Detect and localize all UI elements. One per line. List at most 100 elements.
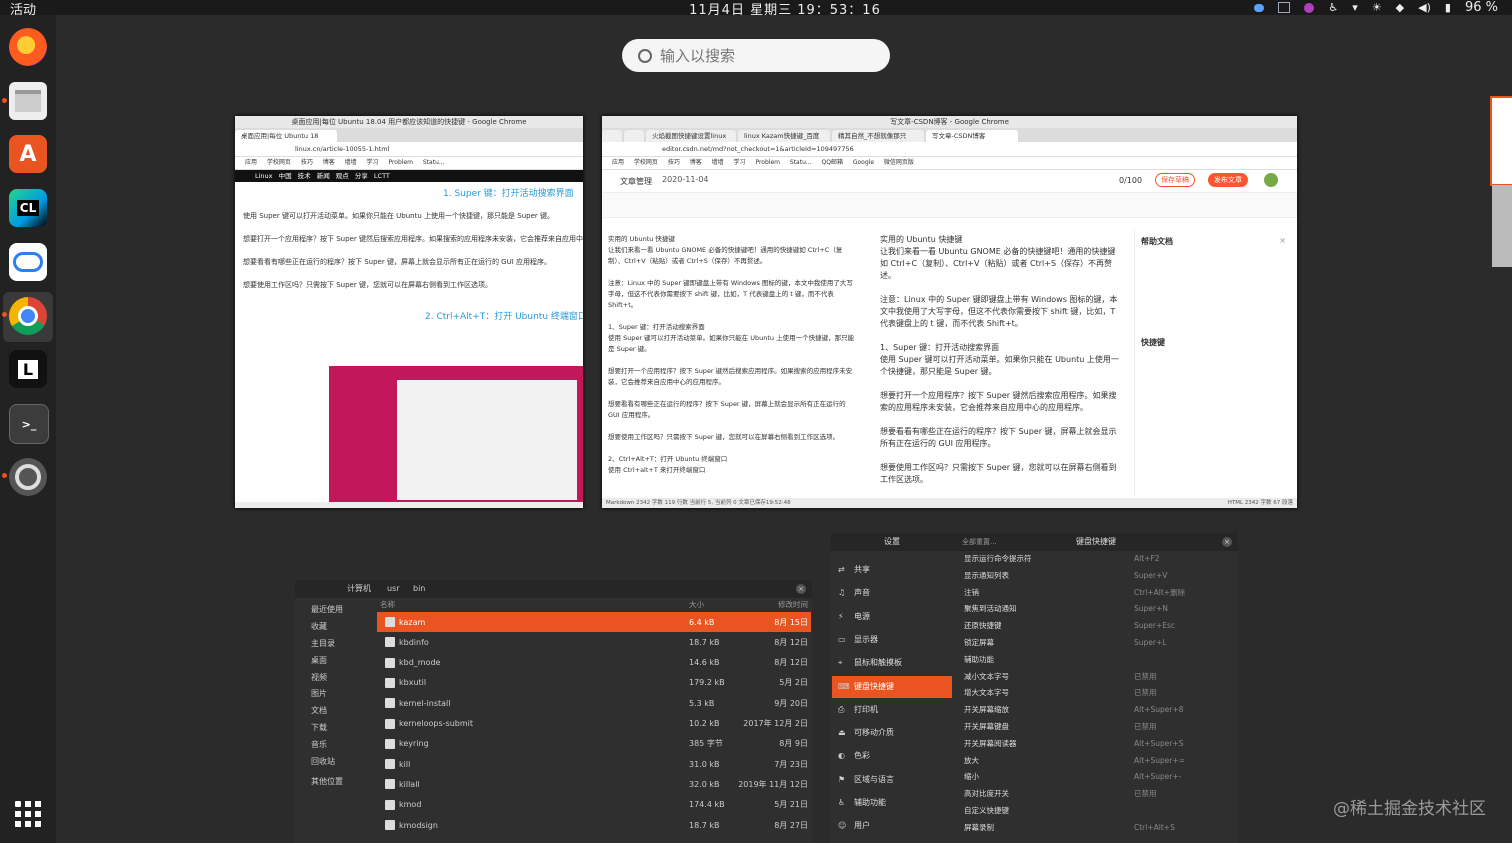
column-modified[interactable]: 修改时间 xyxy=(778,599,808,610)
typora-icon[interactable]: L xyxy=(9,350,47,388)
editor-toolbar[interactable] xyxy=(602,193,1297,218)
settings-item[interactable]: ▭ 显示器 xyxy=(832,629,952,651)
settings-item[interactable]: ⌖ 鼠标和触摸板 xyxy=(832,652,952,674)
path-item[interactable]: bin xyxy=(413,580,425,598)
date-field[interactable]: 2020-11-04 xyxy=(662,175,709,184)
shortcut-row[interactable]: 开关屏幕阅读器 Alt+Super+S xyxy=(958,736,1230,752)
file-row[interactable]: killall 32.0 kB 2019年 11月 12日 xyxy=(377,774,811,794)
shortcut-row[interactable]: 自定义快捷键 xyxy=(958,803,1230,819)
file-row[interactable]: kbdinfo 18.7 kB 8月 12日 xyxy=(377,632,811,652)
sidebar-item-starred[interactable]: 收藏 xyxy=(311,621,327,632)
path-item[interactable]: 计算机 xyxy=(347,580,371,598)
shortcut-row[interactable]: 开关屏幕键盘 已禁用 xyxy=(958,719,1230,735)
system-tray[interactable]: ♿ ▾ ☀ ◆ ◀) ▮ 96 % xyxy=(1254,0,1498,15)
bookmarks-bar[interactable]: 应用 学校网页 技巧 博客 墙墙 学习 Problem Statu... xyxy=(235,157,583,170)
file-row[interactable]: kazam 6.4 kB 8月 15日 xyxy=(377,612,811,632)
shortcut-row[interactable]: 聚焦到活动通知 Super+N xyxy=(958,601,1230,617)
settings-item[interactable]: ⚑ 区域与语言 xyxy=(832,769,952,791)
shortcut-row[interactable]: 显示通知列表 Super+V xyxy=(958,568,1230,584)
avatar[interactable] xyxy=(1264,173,1278,187)
wifi-icon[interactable]: ◆ xyxy=(1396,1,1404,14)
browser-tab[interactable]: 精其自然_不想就像那只 xyxy=(832,130,924,142)
search-bar[interactable] xyxy=(622,39,890,72)
settings-icon[interactable] xyxy=(9,458,47,496)
shortcut-row[interactable]: 注销 Ctrl+Alt+删除 xyxy=(958,585,1230,601)
shortcut-row[interactable]: 放大 Alt+Super+= xyxy=(958,753,1230,769)
shortcut-row[interactable]: 辅助功能 xyxy=(958,652,1230,668)
reset-all-button[interactable]: 全部重置... xyxy=(962,533,997,551)
settings-item[interactable]: ⚡ 电源 xyxy=(832,606,952,628)
sidebar-item-recent[interactable]: 最近使用 xyxy=(311,604,343,615)
address-bar[interactable]: editor.csdn.net/md?not_checkout=1&articl… xyxy=(602,142,1297,157)
sidebar-item-trash[interactable]: 回收站 xyxy=(311,756,335,767)
browser-tab[interactable]: 写文章-CSDN博客 xyxy=(926,130,1018,142)
sidebar-item-music[interactable]: 音乐 xyxy=(311,739,327,750)
chevron-down-icon[interactable]: ▾ xyxy=(1352,1,1358,14)
settings-item[interactable]: ◐ 色彩 xyxy=(832,745,952,767)
shortcut-row[interactable]: 缩小 Alt+Super+- xyxy=(958,769,1230,785)
settings-item[interactable]: ⇄ 共享 xyxy=(832,559,952,581)
browser-tab[interactable]: linux Kazam快捷键_百度 xyxy=(738,130,830,142)
article-manage-link[interactable]: 文章管理 xyxy=(620,176,652,187)
flameshot-icon[interactable] xyxy=(1304,2,1315,13)
workspace-thumbnail-empty[interactable] xyxy=(1492,185,1512,267)
address-bar[interactable]: linux.cn/article-10055-1.html xyxy=(235,142,583,157)
file-row[interactable]: kbxutil 179.2 kB 5月 2日 xyxy=(377,673,811,693)
shortcut-row[interactable]: 还原快捷键 Super+Esc xyxy=(958,618,1230,634)
shortcut-row[interactable]: 减小文本字号 已禁用 xyxy=(958,669,1230,685)
shortcut-row[interactable]: 屏幕录制 Ctrl+Alt+S xyxy=(958,820,1230,836)
chrome-icon[interactable] xyxy=(9,297,47,335)
sidebar-item-pictures[interactable]: 图片 xyxy=(311,688,327,699)
file-row[interactable]: kbd_mode 14.6 kB 8月 12日 xyxy=(377,653,811,673)
settings-item[interactable]: ⏏ 可移动介质 xyxy=(832,722,952,744)
browser-tab[interactable] xyxy=(602,130,622,142)
settings-item[interactable]: ☺ 用户 xyxy=(832,815,952,837)
file-row[interactable]: kerneloops-submit 10.2 kB 2017年 12月 2日 xyxy=(377,714,811,734)
search-input[interactable] xyxy=(658,45,882,66)
site-nav[interactable]: Linux 中国 技术 新闻 观点 分享 LCTT xyxy=(235,170,583,182)
terminal-icon[interactable]: >_ xyxy=(9,404,49,444)
settings-item[interactable]: ⎙ 打印机 xyxy=(832,699,952,721)
markdown-editor[interactable]: 实用的 Ubuntu 快捷键 让我们来看一看 Ubuntu GNOME 必备的快… xyxy=(608,234,856,490)
settings-item[interactable]: ⌨ 键盘快捷键 xyxy=(832,675,952,698)
chrome-window-linuxcn[interactable]: 桌面应用|每位 Ubuntu 18.04 用户都应该知道的快捷键 - Googl… xyxy=(235,116,583,508)
publish-button[interactable]: 发布文章 xyxy=(1208,173,1248,187)
settings-item[interactable]: ♿ 辅助功能 xyxy=(832,792,952,814)
shortcut-row[interactable]: 高对比度开关 已禁用 xyxy=(958,786,1230,802)
horizontal-scrollbar[interactable] xyxy=(235,502,583,508)
workspace-thumbnail[interactable] xyxy=(1490,96,1512,186)
path-item[interactable]: usr xyxy=(387,580,400,598)
software-icon[interactable]: A xyxy=(9,135,47,173)
sidebar-item-downloads[interactable]: 下载 xyxy=(311,722,327,733)
accessibility-icon[interactable]: ♿ xyxy=(1328,1,1338,14)
files-icon[interactable] xyxy=(9,82,47,120)
save-draft-button[interactable]: 保存草稿 xyxy=(1155,173,1195,187)
column-size[interactable]: 大小 xyxy=(689,599,704,610)
shortcut-row[interactable]: 开关屏幕缩放 Alt+Super+8 xyxy=(958,702,1230,718)
screenshot-icon[interactable] xyxy=(1278,2,1291,13)
file-row[interactable]: keyring 385 字节 8月 9日 xyxy=(377,734,811,754)
browser-tab[interactable]: 火焰截图快捷键设置linux xyxy=(646,130,736,142)
close-icon[interactable]: × xyxy=(796,584,806,594)
file-row[interactable]: kmod 174.4 kB 5月 21日 xyxy=(377,795,811,815)
bookmarks-bar[interactable]: 应用 学校网页 技巧 博客 墙墙 学习 Problem Statu... QQ邮… xyxy=(602,157,1297,170)
sidebar-item-documents[interactable]: 文档 xyxy=(311,705,327,716)
file-row[interactable]: kmodsign 18.7 kB 8月 27日 xyxy=(377,815,811,835)
brightness-icon[interactable]: ☀ xyxy=(1372,1,1382,14)
shortcut-row[interactable]: 显示运行命令提示符 Alt+F2 xyxy=(958,551,1230,567)
close-icon[interactable]: × xyxy=(1279,236,1286,245)
app-indicator-icon[interactable] xyxy=(1254,3,1265,12)
file-row[interactable]: kill 31.0 kB 7月 23日 xyxy=(377,754,811,774)
clion-icon[interactable]: CL xyxy=(9,189,47,227)
sidebar-item-other[interactable]: 其他位置 xyxy=(311,776,343,787)
grid-icon[interactable] xyxy=(9,795,47,833)
sidebar-item-videos[interactable]: 视频 xyxy=(311,672,327,683)
column-name[interactable]: 名称 xyxy=(380,599,395,610)
battery-icon[interactable]: ▮ xyxy=(1445,1,1451,14)
shortcut-row[interactable]: 锁定屏幕 Super+L xyxy=(958,635,1230,651)
sidebar-item-home[interactable]: 主目录 xyxy=(311,638,335,649)
browser-tab[interactable]: 桌面应用|每位 Ubuntu 18 xyxy=(235,130,337,142)
baidu-netdisk-icon[interactable] xyxy=(9,243,47,281)
browser-tab[interactable] xyxy=(624,130,644,142)
firefox-icon[interactable] xyxy=(9,28,47,66)
